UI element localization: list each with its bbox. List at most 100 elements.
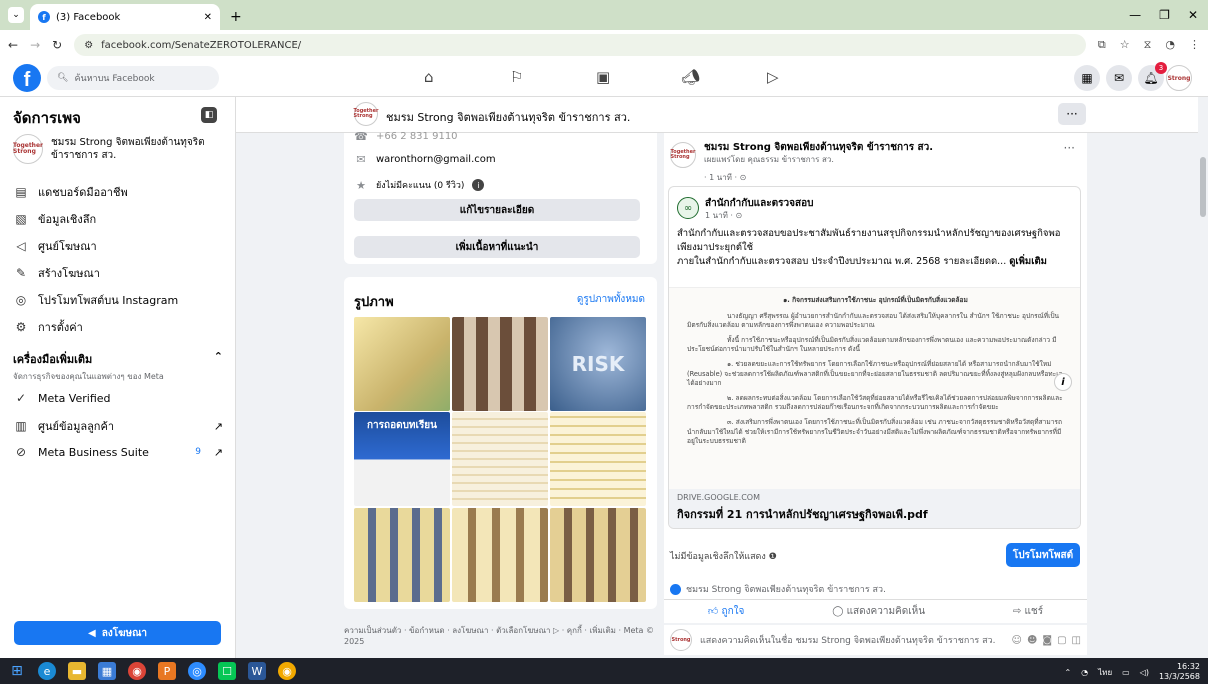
footer-links[interactable]: ความเป็นส่วนตัว · ข้อกำหนด · ลงโฆษณา · ต… — [344, 625, 657, 647]
new-tab-button[interactable]: + — [230, 9, 242, 25]
shared-timestamp: 1 นาที · ⊙ — [705, 211, 743, 220]
photo-tile[interactable] — [550, 412, 646, 506]
info-icon[interactable]: i — [1054, 373, 1072, 391]
sidebar-item-insights[interactable]: ▧ ข้อมูลเชิงลึก — [13, 210, 223, 228]
photo-tile[interactable] — [354, 317, 450, 411]
photo-tile[interactable] — [354, 508, 450, 602]
messenger-icon[interactable]: ✉ — [1106, 65, 1132, 91]
wifi-icon[interactable]: ◔ — [1081, 668, 1088, 677]
sidebar-item-settings[interactable]: ⚙ การตั้งค่า — [13, 318, 223, 336]
facebook-logo-icon[interactable]: f — [13, 64, 41, 92]
store-icon[interactable]: ▦ — [98, 662, 116, 680]
advertise-button[interactable]: ◀ ลงโฆษณา — [14, 621, 221, 645]
browser-tab[interactable]: f (3) Facebook ✕ — [30, 4, 220, 30]
avatar-sticker-icon[interactable]: ☺ — [1012, 635, 1022, 646]
file-explorer-icon[interactable]: ▬ — [68, 662, 86, 680]
profile-icon[interactable]: ◔ — [1165, 38, 1175, 52]
tray-chevron-icon[interactable]: ⌃ — [1064, 668, 1071, 677]
search-input[interactable]: ค้นหาบน Facebook — [74, 71, 154, 85]
browser-menu-icon[interactable]: ⋮ — [1189, 38, 1200, 52]
post-timestamp[interactable]: · 1 นาที · ⊙ — [704, 171, 746, 184]
edit-details-button[interactable]: แก้ไขรายละเอียด — [354, 199, 640, 221]
account-avatar[interactable]: Strong — [1166, 65, 1192, 91]
page-logo-avatar[interactable]: Together Strong — [354, 102, 378, 126]
restore-icon[interactable]: ❐ — [1159, 8, 1170, 22]
scrollbar-thumb[interactable] — [1200, 157, 1206, 217]
extensions-icon[interactable]: ⧖ — [1144, 38, 1152, 52]
more-tools-toggle[interactable]: เครื่องมือเพิ่มเติม ⌃ — [13, 350, 223, 368]
promote-post-button[interactable]: โปรโมทโพสต์ — [1006, 543, 1080, 567]
chrome-icon[interactable]: ◉ — [128, 662, 146, 680]
sidebar-item-dashboard[interactable]: ▤ แดชบอร์ดมืออาชีพ — [13, 183, 223, 201]
sidebar-item-meta-verified[interactable]: ✓ Meta Verified — [13, 390, 223, 406]
marketplace-icon[interactable]: ▣ — [596, 68, 610, 86]
reactions-row[interactable]: ชมรม Strong จิตพอเพียงต้านทุจริต ข้าราชก… — [670, 582, 886, 596]
site-info-icon[interactable]: ⚙ — [84, 40, 93, 51]
powerpoint-icon[interactable]: P — [158, 662, 176, 680]
photo-tile[interactable] — [550, 508, 646, 602]
sidebar-item-customer-center[interactable]: ▥ ศูนย์ข้อมูลลูกค้า ↗ — [13, 417, 223, 435]
share-button[interactable]: ⇨ แชร์ — [1013, 604, 1043, 619]
clock[interactable]: 16:32 13/3/2568 — [1159, 662, 1200, 682]
search-box[interactable]: 🔍︎ ค้นหาบน Facebook — [47, 66, 219, 90]
shared-author-avatar[interactable]: ∞ — [677, 197, 699, 219]
home-icon[interactable]: ⌂ — [424, 68, 434, 86]
edge-icon[interactable]: e — [38, 662, 56, 680]
see-all-photos-link[interactable]: ดูรูปภาพทั้งหมด — [577, 292, 645, 307]
gif-icon[interactable]: ▢ — [1057, 635, 1066, 646]
minimize-icon[interactable]: — — [1129, 8, 1141, 22]
email-row[interactable]: ✉ waronthorn@gmail.com — [354, 153, 495, 166]
intro-card: ☎ +66 2 831 9110 ✉ waronthorn@gmail.com ★ ย… — [344, 130, 657, 264]
photo-tile[interactable] — [452, 412, 548, 506]
info-icon[interactable]: ❶ — [769, 552, 777, 562]
photo-tile[interactable]: RISK — [550, 317, 646, 411]
info-icon[interactable]: i — [472, 179, 485, 191]
sidebar-item-ad-center[interactable]: ◁ ศูนย์โฆษณา — [13, 237, 223, 255]
post-more-icon[interactable]: ··· — [1064, 141, 1075, 155]
close-window-icon[interactable]: ✕ — [1188, 8, 1198, 22]
camera-icon[interactable]: ◙ — [1042, 635, 1052, 646]
ads-megaphone-icon[interactable]: 📣︎ — [681, 68, 700, 86]
notifications-bell-icon[interactable]: 🔔︎ 3 — [1138, 62, 1167, 91]
more-options-button[interactable]: ··· — [1058, 103, 1086, 125]
flag-icon[interactable]: ⚐ — [510, 68, 523, 86]
emoji-icon[interactable]: ☻ — [1027, 635, 1037, 646]
sticker-icon[interactable]: ◫ — [1072, 635, 1081, 646]
translate-icon[interactable]: ⧉ — [1098, 38, 1106, 52]
video-icon[interactable]: ▷ — [767, 68, 779, 86]
tab-close-icon[interactable]: ✕ — [204, 12, 212, 23]
back-icon[interactable]: ← — [8, 38, 18, 52]
tab-menu-icon[interactable]: ⌄ — [8, 7, 24, 23]
sidebar-item-instagram[interactable]: ◎ โปรโมทโพสต์บน Instagram — [13, 291, 223, 309]
sidebar-item-create-ad[interactable]: ✎ สร้างโฆษณา — [13, 264, 223, 282]
input-language[interactable]: ไทย — [1098, 666, 1112, 679]
collapse-sidebar-icon[interactable]: ◧ — [201, 107, 217, 123]
like-button[interactable]: 👍︎ ถูกใจ — [708, 604, 745, 619]
page-scrollbar[interactable] — [1198, 97, 1208, 658]
sidebar-page-switcher[interactable]: Together Strong ชมรม Strong จิตพอเพียงต้า… — [13, 134, 223, 164]
zoom-icon[interactable]: ◎ — [188, 662, 206, 680]
display-icon[interactable]: ▭ — [1122, 668, 1130, 677]
comment-button[interactable]: ◯ แสดงความคิดเห็น — [832, 604, 925, 619]
line-icon[interactable]: ☐ — [218, 662, 236, 680]
photo-tile[interactable] — [452, 317, 548, 411]
windows-start-icon[interactable]: ⊞ — [8, 662, 26, 680]
add-featured-button[interactable]: เพิ่มเนื้อหาที่แนะนำ — [354, 236, 640, 258]
photo-tile[interactable] — [452, 508, 548, 602]
document-preview-image[interactable]: ๑. กิจกรรมส่งเสริมการใช้ภาชนะ อุปกรณ์ที่… — [669, 287, 1080, 489]
word-icon[interactable]: W — [248, 662, 266, 680]
comment-input[interactable]: แสดงความคิดเห็นในชื่อ ชมรม Strong จิตพอเ… — [700, 633, 995, 647]
post-author-avatar[interactable]: Together Strong — [670, 142, 696, 168]
menu-grid-icon[interactable]: ▦ — [1074, 65, 1100, 91]
photo-tile[interactable]: การถอดบทเรียน — [354, 412, 450, 506]
shared-post[interactable]: ∞ สำนักกำกับและตรวจสอบ 1 นาที · ⊙ สำนักก… — [668, 186, 1081, 529]
volume-icon[interactable]: ◁) — [1140, 668, 1149, 677]
sidebar-item-business-suite[interactable]: ⊘ Meta Business Suite 9 ↗ — [13, 444, 223, 460]
forward-icon[interactable]: → — [30, 38, 40, 52]
reload-icon[interactable]: ↻ — [52, 38, 62, 52]
chrome-profile-icon[interactable]: ◉ — [278, 662, 296, 680]
see-more-link[interactable]: ดูเพิ่มเติม — [1009, 256, 1047, 267]
url-field[interactable]: ⚙ facebook.com/SenateZEROTOLERANCE/ — [74, 34, 1086, 56]
bookmark-star-icon[interactable]: ☆ — [1120, 38, 1130, 52]
link-preview[interactable]: DRIVE.GOOGLE.COM กิจกรรมที่ 21 การนำหลัก… — [669, 489, 1080, 528]
